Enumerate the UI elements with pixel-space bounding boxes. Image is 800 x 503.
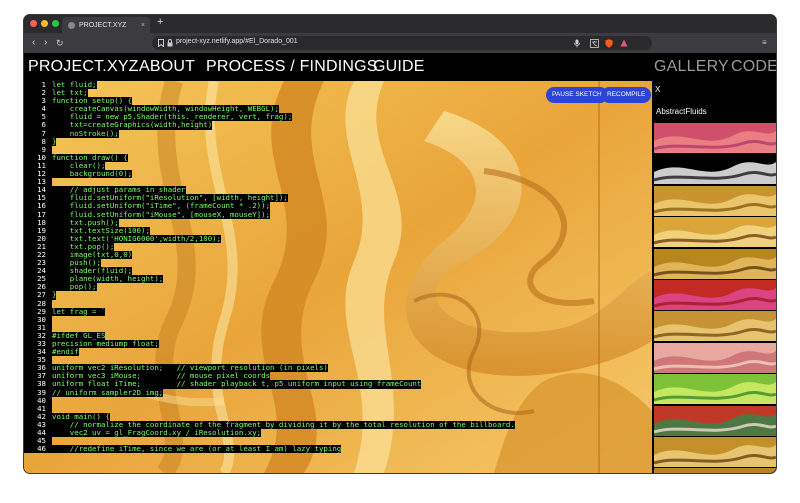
nav-gallery-link[interactable]: GALLERY [654,58,729,76]
traffic-lights [30,20,59,27]
toolbar: ‹ › ↻ project-xyz.netlify.app/#El_Dorado… [24,33,776,53]
code-line[interactable]: 33 precision mediump float; [24,339,652,349]
thumbnail-red-magenta-fluid[interactable] [654,280,776,310]
code-line[interactable]: 22 image(txt,0,0) [24,250,652,260]
thumbnail-pink-peach-fluid[interactable] [654,342,776,373]
thumbnail-pink-coral-fluid[interactable] [654,123,776,153]
code-line[interactable]: 25 plane(width, height); [24,275,652,284]
recompile-button[interactable]: RECOMPILE [601,87,652,103]
site-navigation: PROJECT.XYZ ABOUT PROCESS / FINDINGS GUI… [24,53,776,81]
sketch-canvas[interactable]: 1 let fluid; 2 let txt; 3 function setup() {4… [24,81,652,473]
sidebar-close-button[interactable]: X [655,85,660,94]
thumbnail-red-green-marble[interactable] [654,405,776,436]
code-line[interactable]: 30 [24,315,652,324]
reload-icon[interactable]: ↻ [56,37,64,49]
translate-icon[interactable] [590,39,599,48]
thumbnail-gold-fluid-6[interactable] [654,468,776,473]
nav-brand-link[interactable]: PROJECT.XYZ [28,58,139,76]
shield-icon[interactable] [605,39,613,48]
menu-icon[interactable]: ≡ [762,38,767,47]
nav-about-link[interactable]: ABOUT [139,58,195,76]
line-number: 5 [24,113,52,122]
code-line[interactable]: 39// uniform sampler2D img; [24,388,652,397]
line-number: 8 [24,137,52,146]
nav-process-link[interactable]: PROCESS / FINDINGS [206,58,378,76]
tab-bar: PROJECT.XYZ × + [24,15,776,33]
thumbnail-black-white-wave[interactable] [654,154,776,185]
forward-icon[interactable]: › [44,37,47,49]
thumbnail-gold-fluid-4[interactable] [654,311,776,342]
favicon-icon [68,21,75,29]
maximize-window-button[interactable] [52,20,59,27]
line-number: 4 [24,105,52,114]
code-line[interactable]: 27} [24,291,652,300]
code-line[interactable]: 29 let frag = ` [24,307,652,316]
code-line[interactable]: 7 noStroke(); [24,129,652,138]
pause-sketch-button[interactable]: PAUSE SKETCH [546,87,608,103]
thumbnail-gold-fluid-3[interactable] [654,248,776,279]
url-text: project-xyz.netlify.app/#El_Dorado_001 [176,38,298,45]
tab-close-icon[interactable]: × [141,22,145,29]
code-text[interactable]: } [52,291,57,300]
code-text[interactable]: #endif [52,347,79,357]
close-window-button[interactable] [30,20,37,27]
line-number: 7 [24,129,52,138]
sidebar-title: AbstractFluids [656,107,707,116]
code-text[interactable]: background(0); [52,169,133,179]
code-text[interactable]: } [52,137,57,146]
thumbnail-gold-fluid-2[interactable] [654,217,776,248]
code-text[interactable]: let frag = ` [52,307,106,316]
line-number: 46 [24,445,52,454]
code-text[interactable]: // uniform sampler2D img; [52,388,164,397]
line-number: 1 [24,81,52,90]
line-number: 3 [24,97,52,106]
nav-code-link[interactable]: CODE [731,58,776,76]
code-text[interactable]: //redefine iTime, since we are (or at le… [52,445,342,454]
code-line[interactable]: 46 //redefine iTime, since we are (or at… [24,445,652,454]
code-line[interactable]: 10 function draw() { [24,153,652,162]
browser-window: PROJECT.XYZ × + ‹ › ↻ project-xyz.netlif… [24,15,776,473]
code-line[interactable]: 28 [24,299,652,308]
code-editor[interactable]: 1 let fluid; 2 let txt; 3 function setup() {4… [24,81,652,454]
code-line[interactable]: 26 pop(); [24,283,652,292]
thumbnail-green-lime-fluid[interactable] [654,374,776,405]
gallery-sidebar: X AbstractFluids [652,81,776,473]
site-info-icon[interactable] [167,39,173,47]
thumbnail-gold-fluid-5[interactable] [654,437,776,467]
website: PROJECT.XYZ ABOUT PROCESS / FINDINGS GUI… [24,53,776,473]
thumbnail-gold-fluid-1[interactable] [654,185,776,216]
nav-guide-link[interactable]: GUIDE [373,58,425,76]
code-line[interactable]: 12 background(0); [24,169,652,179]
line-number: 6 [24,121,52,130]
code-line[interactable]: 8} [24,137,652,146]
minimize-window-button[interactable] [41,20,48,27]
code-text[interactable]: noStroke(); [52,129,119,138]
code-line[interactable]: 40 [24,396,652,405]
code-line[interactable]: 31 [24,323,652,332]
code-text[interactable]: pop(); [52,283,97,292]
alert-triangle-icon[interactable] [620,39,628,47]
new-tab-button[interactable]: + [157,16,163,28]
microphone-icon[interactable] [574,39,580,48]
tab-title: PROJECT.XYZ [79,21,127,29]
bookmark-icon[interactable] [158,39,164,47]
code-line[interactable]: 41 [24,404,652,413]
code-line[interactable]: 44 vec2 uv = gl_FragCoord.xy / iResoluti… [24,428,652,438]
browser-tab[interactable]: PROJECT.XYZ × [62,17,150,33]
code-text[interactable]: vec2 uv = gl_FragCoord.xy / iResolution.… [52,428,262,438]
line-number: 2 [24,88,52,98]
code-line[interactable]: 34 #endif [24,347,652,357]
code-line[interactable]: 20 txt.text('HONIG6000',width/2,100); [24,234,652,243]
back-icon[interactable]: ‹ [32,37,35,49]
